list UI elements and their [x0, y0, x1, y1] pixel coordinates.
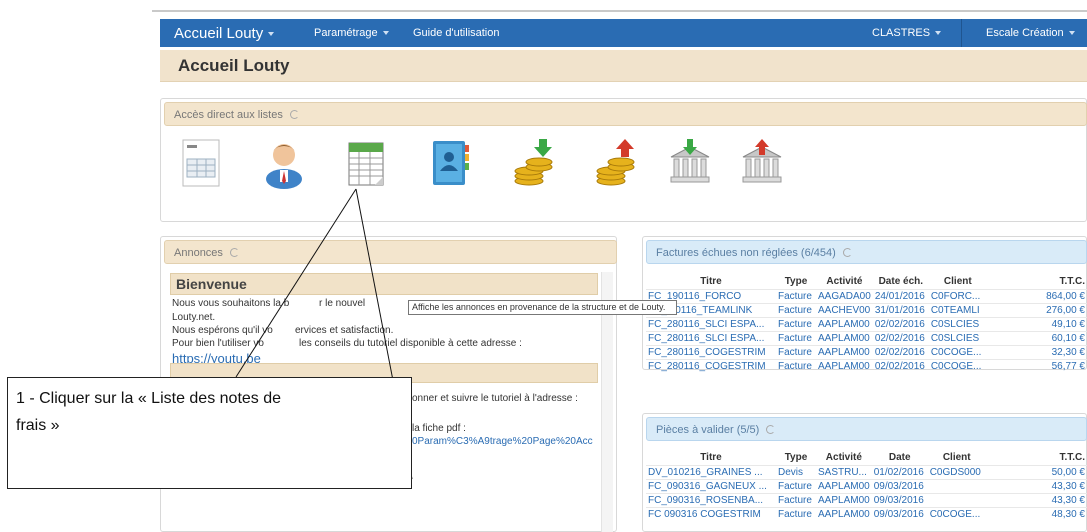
callout-line: 1 - Cliquer sur la « Liste des notes de	[16, 390, 282, 407]
callout-line: frais »	[16, 417, 60, 434]
instruction-callout: 1 - Cliquer sur la « Liste des notes de …	[7, 377, 412, 489]
